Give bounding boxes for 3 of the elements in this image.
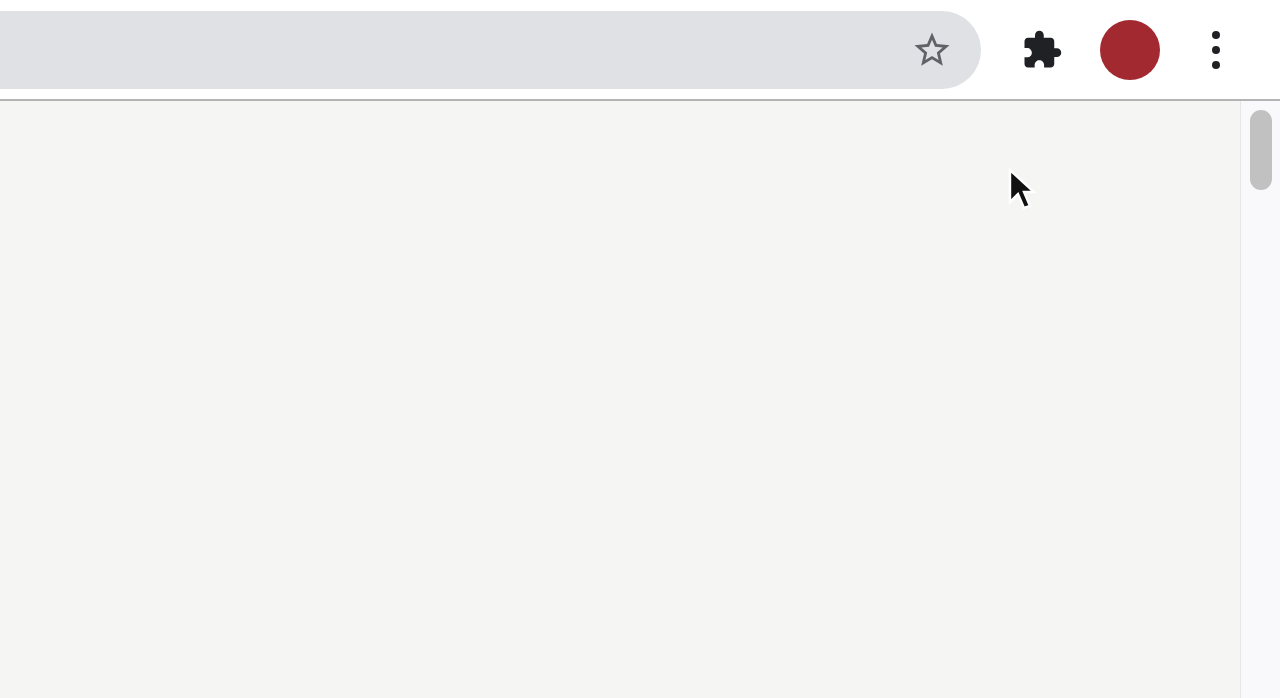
scrollbar-thumb[interactable] [1249, 110, 1272, 190]
scrollbar[interactable] [1240, 101, 1280, 698]
menu-icon[interactable] [1212, 30, 1220, 69]
